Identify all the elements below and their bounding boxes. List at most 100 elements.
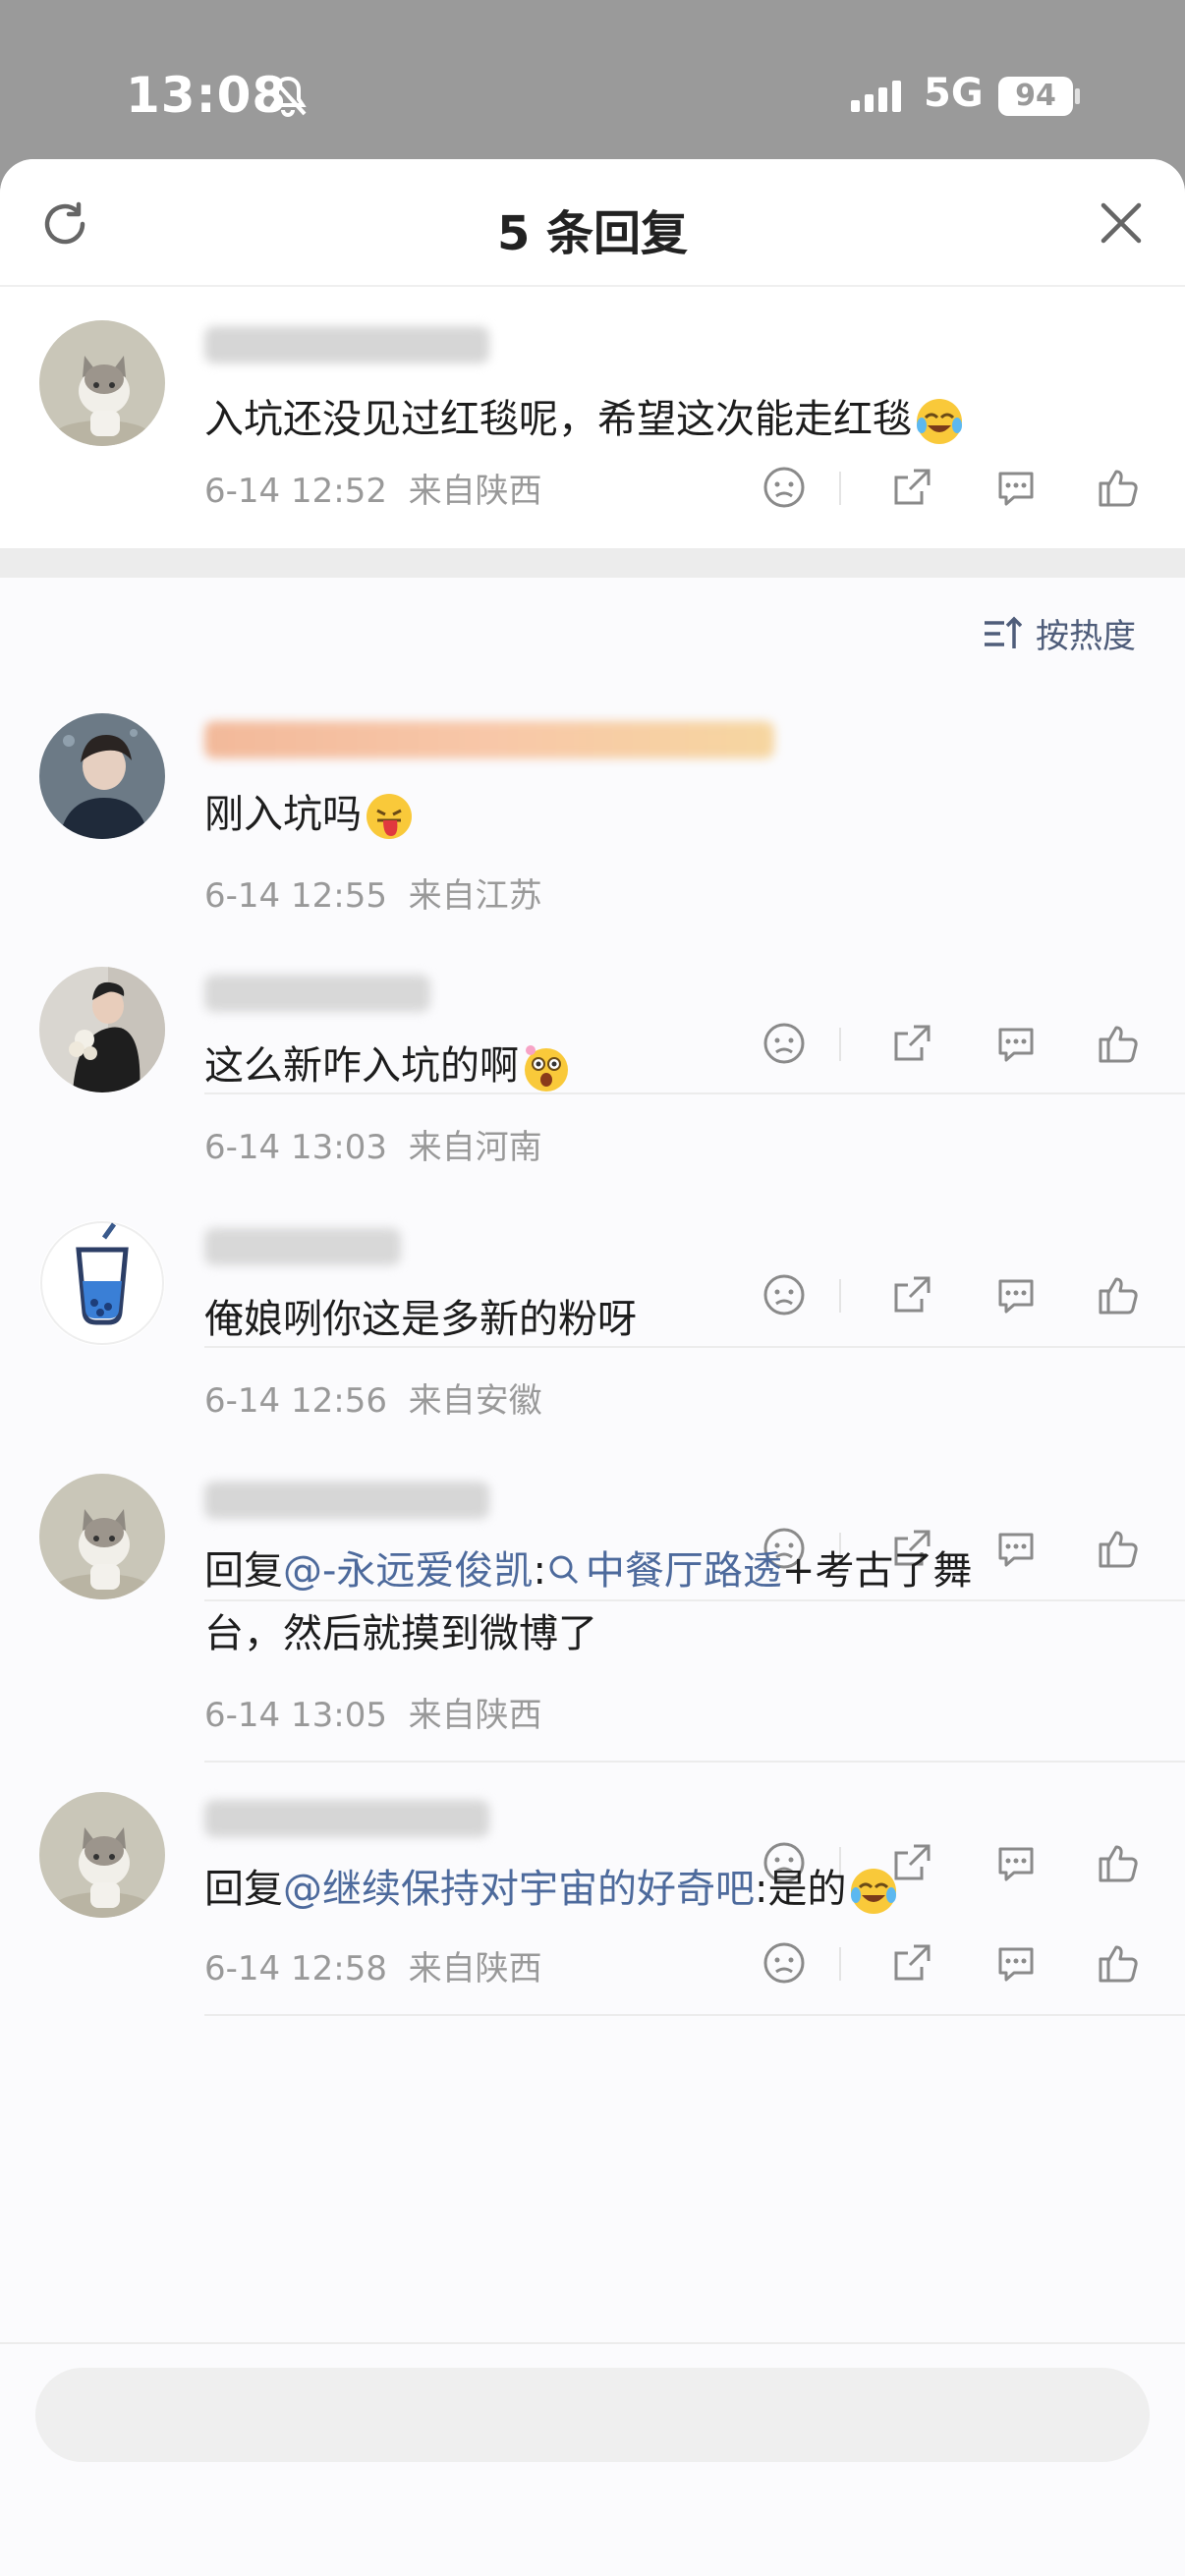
dislike-face-icon[interactable] [761, 1939, 808, 1987]
shocked-emoji-icon [525, 1045, 568, 1092]
row-divider [204, 1761, 1185, 1763]
network-type: 5G [924, 71, 984, 116]
battery-tip [1075, 88, 1080, 104]
username-blurred[interactable] [204, 1228, 401, 1265]
reply-input[interactable] [35, 2368, 1150, 2462]
search-icon [549, 1555, 578, 1585]
reply-colon: : [533, 1548, 546, 1594]
action-divider [839, 472, 841, 505]
comment-time: 6-14 13:03 [204, 1128, 387, 1167]
username-blurred[interactable] [204, 1482, 489, 1519]
share-icon[interactable] [888, 1271, 935, 1318]
sheet-header: 5 条回复 [0, 159, 1185, 287]
user-mention-link[interactable]: @-永远爱俊凯 [283, 1548, 533, 1594]
replies-sheet: 5 条回复 入坑还没见过红毯呢，希望这次能走红毯 6-14 12:52 来自陕西 [0, 159, 1185, 2576]
reply-text: 这么新咋入坑的啊 [204, 1034, 572, 1093]
reply-body: 这么新咋入坑的啊 [204, 1043, 519, 1089]
comment-location: 来自江苏 [408, 876, 542, 916]
reply-actions [761, 1939, 1173, 1994]
sort-icon [985, 616, 1022, 648]
comment-time: 6-14 12:58 [204, 1949, 387, 1988]
comment-icon[interactable] [992, 1271, 1040, 1318]
reply-text: 刚入坑吗 [204, 782, 415, 842]
reply-actions [761, 1271, 1173, 1326]
username-blurred[interactable] [204, 721, 774, 758]
avatar-cat[interactable] [39, 320, 165, 446]
comment-icon[interactable] [992, 1939, 1040, 1987]
reply-meta: 6-14 12:56 来自安徽 [204, 1373, 542, 1422]
like-thumb-icon[interactable] [1095, 1525, 1142, 1572]
like-thumb-icon[interactable] [1095, 464, 1142, 511]
action-divider [839, 1947, 841, 1981]
avatar-cat[interactable] [39, 1792, 165, 1918]
comment-time: 6-14 12:55 [204, 876, 387, 916]
reply-meta: 6-14 13:05 来自陕西 [204, 1688, 542, 1736]
reply-text-line1: 回复@-永远爱俊凯: 中餐厅路透+考古了舞 [204, 1539, 972, 1596]
like-thumb-icon[interactable] [1095, 1271, 1142, 1318]
comment-actions [761, 464, 1173, 519]
dislike-face-icon[interactable] [761, 1271, 808, 1318]
signal-icon [851, 81, 901, 112]
section-separator [0, 548, 1185, 578]
action-divider [839, 1028, 841, 1061]
comment-icon[interactable] [992, 1020, 1040, 1067]
status-time: 13:08 [126, 67, 288, 124]
avatar-cat[interactable] [39, 1474, 165, 1599]
battery-level: 94 [998, 77, 1073, 116]
comment-location: 来自安徽 [408, 1381, 542, 1421]
reply-prefix: 回复 [204, 1548, 283, 1594]
comment-icon[interactable] [992, 1839, 1040, 1886]
user-mention-link[interactable]: @继续保持对宇宙的好奇吧 [283, 1867, 755, 1912]
share-icon[interactable] [888, 1939, 935, 1987]
sort-label: 按热度 [1036, 617, 1136, 656]
laughing-crying-emoji-icon [851, 1869, 897, 1914]
reply-meta: 6-14 13:03 来自河南 [204, 1120, 542, 1168]
comment-location: 来自陕西 [408, 472, 542, 511]
reply-prefix: 回复 [204, 1867, 283, 1912]
reply-text: 回复@继续保持对宇宙的好奇吧:是的 [204, 1857, 899, 1917]
username-blurred[interactable] [204, 975, 430, 1012]
avatar-boy[interactable] [39, 713, 165, 839]
comment-location: 来自河南 [408, 1128, 542, 1167]
comment-time: 6-14 13:05 [204, 1696, 387, 1735]
username-blurred[interactable] [204, 1800, 489, 1837]
mute-bell-icon [269, 75, 307, 117]
tongue-out-emoji-icon [367, 794, 412, 839]
reply-meta: 6-14 12:55 来自江苏 [204, 868, 542, 917]
share-icon[interactable] [888, 464, 935, 511]
reply-body: 刚入坑吗 [204, 792, 362, 837]
like-thumb-icon[interactable] [1095, 1839, 1142, 1886]
main-comment-text: 入坑还没见过红毯呢，希望这次能走红毯 [204, 387, 965, 447]
comment-time: 6-14 12:56 [204, 1381, 387, 1421]
avatar-bubble-tea[interactable] [39, 1220, 165, 1346]
username-blurred[interactable] [204, 326, 489, 364]
like-thumb-icon[interactable] [1095, 1020, 1142, 1067]
comment-icon[interactable] [992, 1525, 1040, 1572]
row-divider [204, 2014, 1185, 2016]
topic-label: 中餐厅路透 [585, 1548, 782, 1594]
reply-rest: :是的 [755, 1867, 847, 1912]
topic-link[interactable]: 中餐厅路透 [546, 1548, 782, 1594]
laughing-crying-emoji-icon [917, 399, 962, 444]
like-thumb-icon[interactable] [1095, 1939, 1142, 1987]
action-divider [839, 1279, 841, 1313]
main-comment-meta: 6-14 12:52 来自陕西 [204, 464, 542, 512]
reply-text-line2: 台，然后就摸到微博了 [204, 1611, 597, 1656]
comment-location: 来自陕西 [408, 1696, 542, 1735]
reply-rest: +考古了舞 [781, 1548, 973, 1594]
row-divider [204, 1346, 1185, 1348]
reply-text: 俺娘咧你这是多新的粉呀 [204, 1297, 637, 1342]
footer-divider [0, 2342, 1185, 2344]
dislike-face-icon[interactable] [761, 464, 808, 511]
comment-location: 来自陕西 [408, 1949, 542, 1988]
comment-icon[interactable] [992, 464, 1040, 511]
status-bar: 13:08 5G 94 [0, 0, 1185, 162]
share-icon[interactable] [888, 1020, 935, 1067]
main-comment-body: 入坑还没见过红毯呢，希望这次能走红毯 [204, 397, 912, 442]
sheet-title: 5 条回复 [496, 206, 689, 261]
avatar-man-flowers[interactable] [39, 967, 165, 1092]
reply-actions [761, 1020, 1173, 1075]
dislike-face-icon[interactable] [761, 1020, 808, 1067]
reply-meta: 6-14 12:58 来自陕西 [204, 1941, 542, 1989]
close-icon[interactable] [1099, 200, 1144, 246]
